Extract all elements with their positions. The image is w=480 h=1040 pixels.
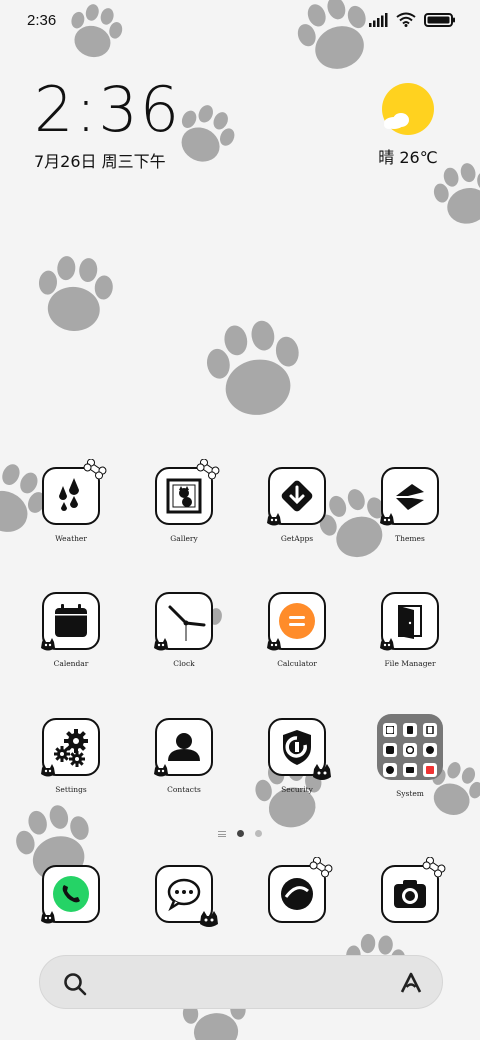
mini-app-icon [383,743,397,757]
phone-icon [41,865,100,924]
mini-app-icon [423,763,437,777]
app-themes[interactable]: Themes [360,467,460,543]
cat-icon [41,911,55,924]
page-indicator[interactable] [0,830,480,837]
search-bar[interactable] [39,955,443,1009]
dock-phone[interactable] [21,865,121,924]
app-security[interactable]: Security [247,718,347,794]
app-label: Themes [395,534,425,543]
page-dot[interactable] [255,830,262,837]
cat-icon [267,638,281,651]
dock-browser[interactable] [247,857,347,923]
cat-icon [313,764,331,780]
app-label: File Manager [384,659,436,668]
app-system-folder[interactable]: System [360,714,460,798]
bone-icon [196,459,220,479]
wifi-icon [396,12,416,27]
security-icon [268,718,331,780]
app-label: Gallery [170,534,198,543]
menu-lines-icon[interactable] [218,830,226,837]
search-icon[interactable] [62,971,88,997]
app-gallery[interactable]: Gallery [134,459,234,543]
sun-cloud-icon [381,82,435,136]
clock-widget[interactable]: 2:36 7月26日 周三下午 [34,78,181,172]
mini-app-icon [423,743,437,757]
clock-icon [154,592,213,651]
weather-text: 晴 26℃ [378,148,438,167]
page-dot-active[interactable] [237,830,244,837]
themes-icon [380,467,439,526]
app-getapps[interactable]: GetApps [247,467,347,543]
cat-icon [41,764,55,777]
getapps-icon [267,467,326,526]
cat-icon [380,638,394,651]
app-label: Security [281,785,313,794]
cat-icon [154,764,168,777]
cat-icon [41,638,55,651]
mini-app-icon [423,723,437,737]
status-icons [368,12,456,27]
app-clock[interactable]: Clock [134,592,234,668]
calendar-icon [41,592,100,651]
app-label: Weather [55,534,87,543]
app-label: Calendar [53,659,89,668]
cat-icon [267,513,281,526]
app-label: Clock [173,659,195,668]
messages-icon [155,865,218,927]
mini-app-icon [403,743,417,757]
bone-icon [83,459,107,479]
contacts-icon [154,718,213,777]
app-label: Calculator [277,659,317,668]
mini-app-icon [403,763,417,777]
dock-messages[interactable] [134,865,234,927]
settings-icon [41,718,100,777]
app-contacts[interactable]: Contacts [134,718,234,794]
camera-icon [381,857,446,923]
weather-icon [42,459,107,525]
cat-icon [154,638,168,651]
app-label: Settings [55,785,87,794]
app-settings[interactable]: Settings [21,718,121,794]
mini-app-icon [403,723,417,737]
app-weather[interactable]: Weather [21,459,121,543]
app-file-manager[interactable]: File Manager [360,592,460,668]
cat-icon [200,911,218,927]
app-label: GetApps [280,534,314,543]
app-calculator[interactable]: Calculator [247,592,347,668]
weather-widget[interactable]: 晴 26℃ [368,82,448,168]
mini-app-icon [383,723,397,737]
bone-icon [422,857,446,877]
widget-time: 2:36 [34,73,182,146]
widget-date: 7月26日 周三下午 [34,152,166,171]
app-calendar[interactable]: Calendar [21,592,121,668]
calculator-icon [267,592,326,651]
battery-icon [424,12,455,27]
file-manager-icon [380,592,439,651]
cat-icon [380,513,394,526]
status-time: 2:36 [27,12,57,29]
signal-icon [369,12,388,27]
app-label: Contacts [167,785,201,794]
bone-icon [309,857,333,877]
app-label: System [396,789,424,798]
assistant-icon[interactable] [398,970,424,996]
gallery-icon [155,459,220,525]
system-folder-icon [377,714,443,780]
status-bar: 2:36 [0,0,480,44]
mini-app-icon [383,763,397,777]
browser-icon [268,857,333,923]
dock-camera[interactable] [360,857,460,923]
